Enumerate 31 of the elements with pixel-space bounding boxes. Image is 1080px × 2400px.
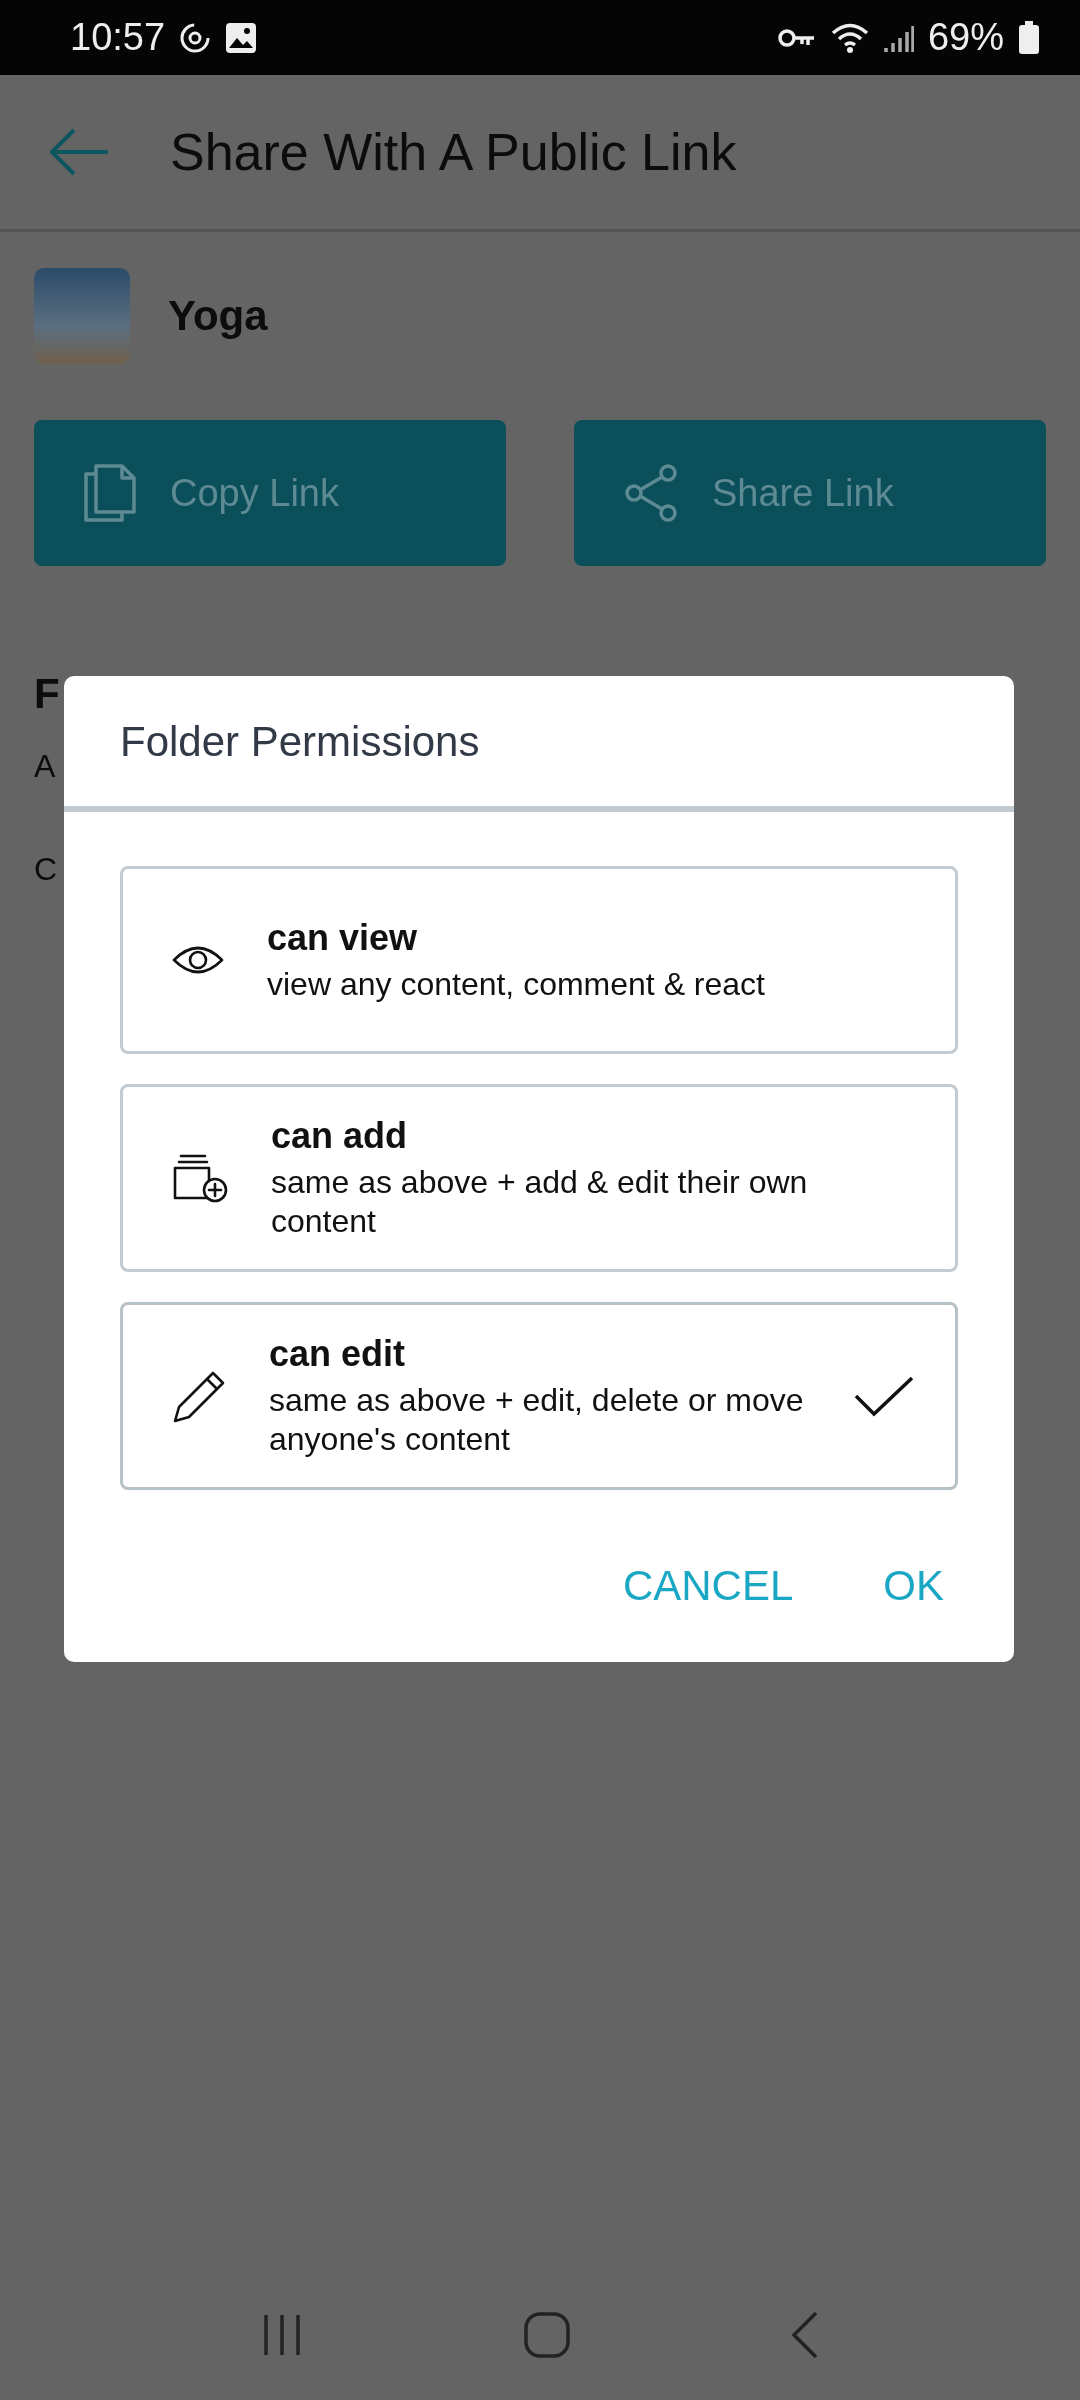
cancel-button[interactable]: CANCEL (592, 1550, 824, 1622)
share-link-button[interactable]: Share Link (574, 420, 1046, 566)
image-icon (225, 21, 258, 54)
option-title: can view (267, 916, 419, 959)
option-description: same as above + add & edit their own content (271, 1163, 809, 1241)
option-description: same as above + edit, delete or move anyone's content (269, 1381, 805, 1459)
folder-plus-icon (171, 1152, 229, 1204)
wifi-icon (829, 21, 870, 54)
clock: 10:57 (70, 16, 166, 59)
home-icon[interactable] (524, 2312, 570, 2358)
checkmark-icon (853, 1374, 915, 1418)
option-title: can edit (269, 1333, 407, 1375)
permission-option[interactable]: can edit same as above + edit, delete or move anyone's content (120, 1302, 958, 1490)
back-arrow-icon[interactable] (48, 127, 110, 177)
section-heading: F (34, 670, 61, 718)
section-text: C (34, 851, 59, 888)
permission-option[interactable]: can add same as above + add & edit their own content (120, 1084, 958, 1272)
battery-icon (1018, 20, 1040, 55)
option-description: view any content, comment & react (267, 964, 766, 1004)
dialog-title: Folder Permissions (64, 676, 1014, 812)
key-icon (777, 26, 816, 49)
folder-name: Yoga (168, 292, 268, 340)
section-text: A (34, 748, 57, 785)
ok-button[interactable]: OK (853, 1550, 974, 1622)
sync-icon (179, 21, 212, 54)
page-title: Share With A Public Link (170, 122, 737, 182)
option-title: can add (271, 1115, 409, 1157)
back-icon[interactable] (790, 2311, 820, 2359)
copy-link-button[interactable]: Copy Link (34, 420, 506, 566)
permission-option[interactable]: can view view any content, comment & react (120, 866, 958, 1054)
battery-percent: 69% (927, 16, 1004, 59)
